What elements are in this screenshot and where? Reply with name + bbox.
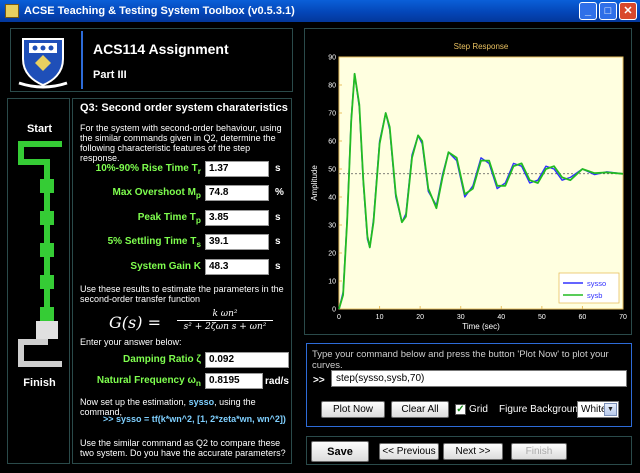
close-icon[interactable]: ✕ (619, 2, 637, 20)
peak-time-label: Peak Time Tp (137, 212, 201, 225)
settling-time-label: 5% Settling Time Ts (107, 236, 201, 249)
figure-background-label: Figure Background: (499, 404, 587, 415)
clear-all-button[interactable]: Clear All (391, 401, 449, 418)
window-title: ACSE Teaching & Testing System Toolbox (… (24, 5, 295, 17)
damping-ratio-input[interactable]: 0.092 (205, 352, 289, 368)
x-tick-label: 20 (416, 314, 424, 321)
x-tick-label: 40 (497, 314, 505, 321)
progress-finish-label: Finish (23, 377, 56, 389)
step-response-chart[interactable]: Step Response Time (sec) Amplitude 0 10 20 30 4… (305, 29, 633, 336)
x-tick-label: 70 (619, 314, 627, 321)
finish-button[interactable]: Finish (511, 443, 567, 460)
transfer-function-formula: G(s) = k ωn² s² + 2ζωn s + ωn² (109, 309, 273, 333)
y-tick-label: 50 (328, 167, 336, 174)
rise-time-unit: s (275, 163, 281, 174)
progress-step-5 (40, 307, 54, 321)
command-instruction: Type your command below and press the bu… (312, 349, 609, 371)
legend-label-sysb: sysb (587, 291, 602, 300)
system-gain-label: System Gain K (130, 261, 201, 272)
legend-label-sysso: sysso (587, 279, 606, 288)
answer-prompt: Enter your answer below: (80, 337, 182, 347)
command-panel: Type your command below and press the bu… (306, 343, 632, 427)
y-tick-label: 60 (328, 139, 336, 146)
plot-panel: Step Response Time (sec) Amplitude 0 10 20 30 4… (304, 28, 632, 335)
y-tick-label: 70 (328, 111, 336, 118)
damping-ratio-label: Damping Ratio ζ (123, 354, 201, 365)
y-axis-label: Amplitude (310, 165, 319, 201)
y-tick-label: 0 (332, 307, 336, 314)
natural-frequency-unit: rad/s (265, 376, 289, 387)
x-tick-label: 10 (376, 314, 384, 321)
settling-time-input[interactable]: 39.1 (205, 234, 269, 250)
rise-time-label: 10%-90% Rise Time Tr (95, 163, 201, 176)
progress-step-2 (40, 211, 54, 225)
progress-step-4 (40, 275, 54, 289)
progress-step-3 (40, 243, 54, 257)
setup-command: >> sysso = tf(k*wn^2, [1, 2*zeta*wn, wn^… (103, 414, 286, 424)
max-overshoot-input[interactable]: 74.8 (205, 185, 269, 201)
progress-step-1 (40, 179, 54, 193)
formula-lhs: G(s) = (109, 313, 161, 332)
previous-button[interactable]: << Previous (379, 443, 439, 460)
navigation-panel: Save << Previous Next >> Finish (306, 436, 632, 465)
command-input[interactable]: step(sysso,sysb,70) (331, 370, 627, 387)
progress-start-label: Start (26, 123, 53, 135)
chevron-down-icon: ▼ (604, 403, 617, 416)
x-axis-label: Time (sec) (462, 322, 500, 331)
grid-checkbox[interactable]: ✓ (455, 404, 466, 415)
formula-numerator: k ωn² (212, 309, 238, 319)
rise-time-input[interactable]: 1.37 (205, 161, 269, 177)
natural-frequency-input[interactable]: 0.8195 (205, 373, 263, 389)
formula-fraction: k ωn² s² + 2ζωn s + ωn² (177, 309, 273, 332)
max-overshoot-label: Max Overshoot Mp (112, 187, 201, 200)
system-gain-unit: s (275, 261, 281, 272)
formula-denominator: s² + 2ζωn s + ωn² (183, 322, 267, 332)
grid-label: Grid (469, 404, 488, 415)
plot-now-button[interactable]: Plot Now (321, 401, 385, 418)
progress-step-6 (36, 321, 58, 339)
progress-track-top (18, 141, 62, 147)
natural-frequency-label: Natural Frequency ωn (96, 375, 201, 388)
y-tick-label: 90 (328, 55, 336, 62)
max-overshoot-unit: % (275, 187, 284, 198)
peak-time-input[interactable]: 3.85 (205, 210, 269, 226)
window-controls: _ □ ✕ (579, 2, 637, 20)
question-intro: For the system with second-order behavio… (80, 123, 282, 163)
progress-track-finish (18, 361, 62, 367)
assignment-title: ACS114 Assignment (93, 41, 229, 57)
peak-time-unit: s (275, 212, 281, 223)
question-panel: Q3: Second order system charateristics F… (72, 98, 292, 464)
y-tick-label: 80 (328, 83, 336, 90)
university-crest-icon (18, 38, 68, 89)
estimate-text: Use these results to estimate the parame… (80, 284, 284, 304)
assignment-part: Part III (93, 69, 127, 81)
header-divider (81, 31, 83, 89)
y-tick-label: 40 (328, 195, 336, 202)
x-tick-label: 0 (337, 314, 341, 321)
plot-area (338, 56, 624, 310)
figure-background-select[interactable]: White ▼ (577, 401, 619, 418)
x-tick-label: 30 (457, 314, 465, 321)
assignment-header: ACS114 Assignment Part III (10, 28, 293, 92)
minimize-icon[interactable]: _ (579, 2, 597, 20)
figure-background-value: White (581, 404, 607, 415)
settling-time-unit: s (275, 236, 281, 247)
y-tick-label: 30 (328, 223, 336, 230)
app-icon (5, 4, 19, 18)
maximize-icon[interactable]: □ (599, 2, 617, 20)
system-gain-input[interactable]: 48.3 (205, 259, 269, 275)
save-button[interactable]: Save (311, 441, 369, 462)
chart-title: Step Response (454, 42, 509, 51)
command-prompt: >> (313, 375, 325, 386)
x-tick-label: 50 (538, 314, 546, 321)
question-title: Q3: Second order system charateristics (80, 102, 288, 114)
formula-fraction-bar (177, 320, 273, 321)
x-tick-label: 60 (579, 314, 587, 321)
next-button[interactable]: Next >> (443, 443, 503, 460)
window-title-bar[interactable]: ACSE Teaching & Testing System Toolbox (… (0, 0, 640, 22)
y-tick-label: 10 (328, 279, 336, 286)
compare-text: Use the similar command as Q2 to compare… (80, 438, 286, 458)
progress-panel: Start Finish (7, 98, 70, 464)
y-tick-label: 20 (328, 251, 336, 258)
